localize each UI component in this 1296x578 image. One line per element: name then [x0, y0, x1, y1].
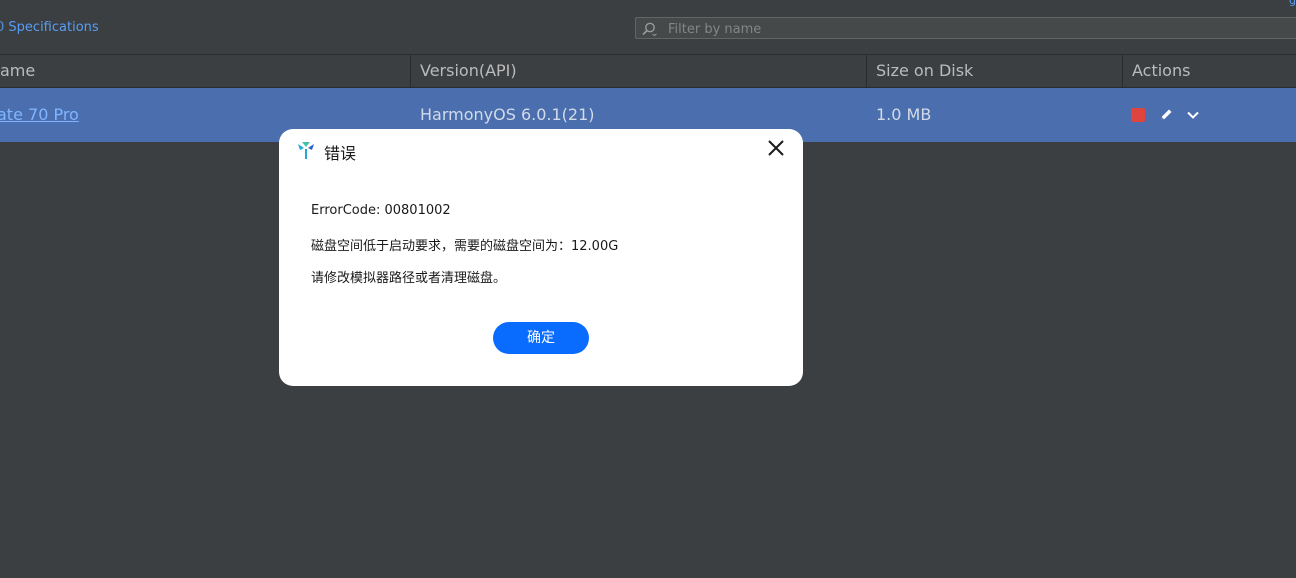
dialog-overlay: 错误 ErrorCode: 00801002 磁盘空间低于启动要求，需要的磁盘空… — [0, 0, 1296, 578]
close-icon[interactable] — [765, 137, 787, 159]
ok-button[interactable]: 确定 — [493, 322, 589, 354]
error-dialog: 错误 ErrorCode: 00801002 磁盘空间低于启动要求，需要的磁盘空… — [279, 129, 803, 386]
logo-icon — [298, 142, 314, 159]
error-hint-text: 请修改模拟器路径或者清理磁盘。 — [311, 271, 507, 286]
error-message-text: 磁盘空间低于启动要求，需要的磁盘空间为：12.00G — [311, 239, 619, 254]
dialog-title: 错误 — [324, 144, 357, 163]
error-code-text: ErrorCode: 00801002 — [311, 203, 451, 218]
